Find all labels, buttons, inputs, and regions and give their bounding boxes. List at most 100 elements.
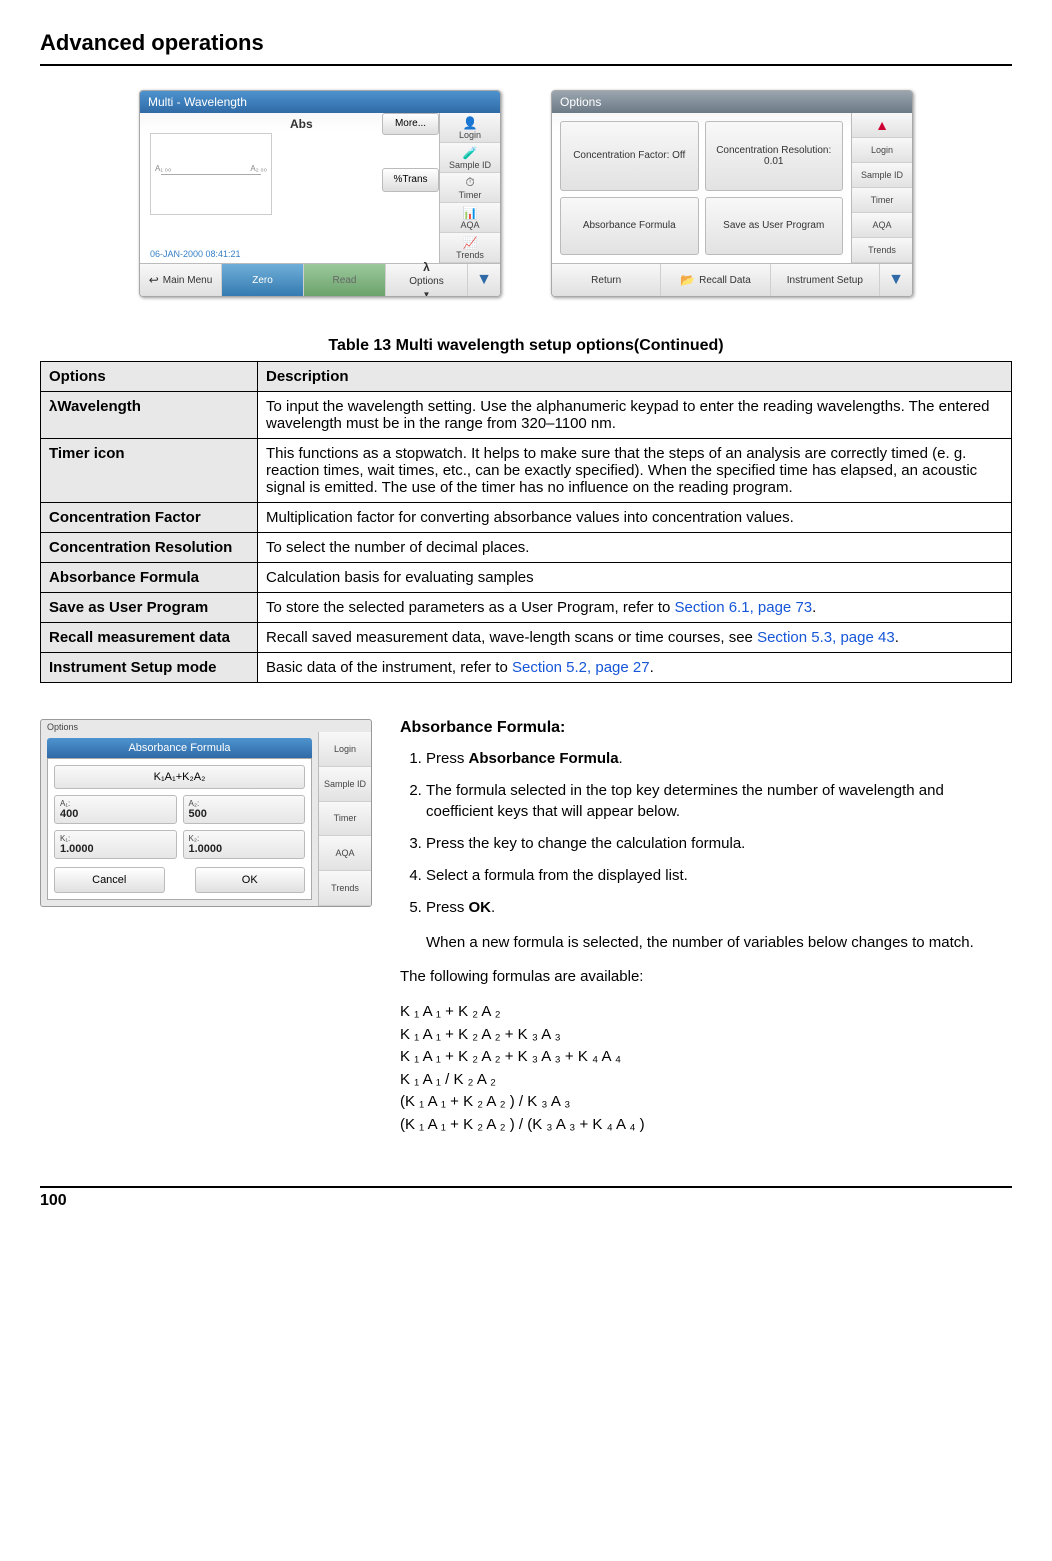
timer-label-2: Timer [871,195,894,205]
timer-button-3[interactable]: Timer [319,802,371,837]
table-row: Timer iconThis functions as a stopwatch.… [41,439,1012,503]
timer-button-2[interactable]: Timer [852,188,912,213]
sample-id-button[interactable]: 🧪Sample ID [440,143,500,173]
window-title-options: Options [552,91,912,113]
trends-label-2: Trends [868,245,896,255]
login-button-3[interactable]: Login [319,732,371,767]
trends-button-3[interactable]: Trends [319,871,371,906]
main-menu-button[interactable]: ↩Main Menu [140,264,222,296]
formula-line: (K ₁ A ₁ + K ₂ A ₂ ) / K ₃ A ₃ [400,1091,1012,1114]
read-button[interactable]: Read [304,264,386,296]
instrument-setup-button[interactable]: Instrument Setup [771,264,880,296]
desc-text: Basic data of the instrument, refer to [266,659,512,676]
opt-desc: To select the number of decimal places. [258,533,1012,563]
step-5: Press OK. [426,898,1012,918]
trends-button[interactable]: 📈Trends [440,233,500,263]
step-text: Press [426,750,469,767]
k2-label: K₂: [189,834,200,843]
a2-button[interactable]: A₂:500 [183,795,306,824]
percent-trans-button[interactable]: %Trans [382,168,439,192]
a1-value: 400 [60,808,171,820]
folder-icon: 📂 [680,273,695,287]
xref-link[interactable]: Section 5.2, page 27 [512,659,650,676]
login-label: Login [459,130,481,140]
login-button-2[interactable]: Login [852,138,912,163]
table-row: Concentration ResolutionTo select the nu… [41,533,1012,563]
sample-label-2: Sample ID [861,170,903,180]
aqa-label-3: AQA [335,848,354,858]
login-label-2: Login [871,145,893,155]
desc-suffix: . [650,659,654,676]
dialog-title: Absorbance Formula [47,738,312,758]
opt-desc: This functions as a stopwatch. It helps … [258,439,1012,503]
recall-label: Recall Data [699,275,751,286]
cancel-button[interactable]: Cancel [54,867,165,893]
step-bold: Absorbance Formula [469,750,619,767]
table-row: Instrument Setup modeBasic data of the i… [41,653,1012,683]
step-1: Press Absorbance Formula. [426,749,1012,769]
sample-icon: 🧪 [463,146,478,160]
login-button[interactable]: 👤Login [440,113,500,143]
timer-icon: ⏱ [465,175,474,190]
concentration-resolution-button[interactable]: Concentration Resolution: 0.01 [705,121,844,191]
sample-id-button-2[interactable]: Sample ID [852,163,912,188]
concentration-factor-button[interactable]: Concentration Factor: Off [560,121,699,191]
a1-button[interactable]: A₁:400 [54,795,177,824]
return-button[interactable]: Return [552,264,661,296]
opt-desc: To store the selected parameters as a Us… [258,593,1012,623]
main-menu-label: Main Menu [163,275,212,286]
aqa-button-3[interactable]: AQA [319,836,371,871]
procedure-steps: Press Absorbance Formula. The formula se… [400,749,1012,919]
sample-id-button-3[interactable]: Sample ID [319,767,371,802]
k1-label: K₁: [60,834,70,843]
opt-name: λWavelength [41,392,258,439]
timer-button[interactable]: ⏱Timer [440,173,500,203]
xref-link[interactable]: Section 6.1, page 73 [675,599,813,616]
page-number: 100 [40,1192,1012,1210]
table-row: Concentration FactorMultiplication facto… [41,503,1012,533]
desc-suffix: . [812,599,816,616]
formula-list: K ₁ A ₁ + K ₂ A ₂ K ₁ A ₁ + K ₂ A ₂ + K … [400,1001,1012,1136]
aqa-label: AQA [460,220,479,230]
window-title: Multi - Wavelength [140,91,500,113]
recall-data-button[interactable]: 📂 Recall Data [661,264,770,296]
dialog-tag: Options [41,720,371,732]
formula-select-button[interactable]: K₁A₁+K₂A₂ [54,765,305,789]
opt-name: Recall measurement data [41,623,258,653]
date-time: 06-JAN-2000 08:41:21 [150,249,241,259]
up-arrow-icon: ▲ [875,117,889,133]
absorbance-formula-button[interactable]: Absorbance Formula [560,197,699,256]
k2-value: 1.0000 [189,843,300,855]
trends-label: Trends [456,250,484,260]
k2-button[interactable]: K₂:1.0000 [183,830,306,859]
up-arrow-button[interactable]: ▲ [852,113,912,138]
step-2: The formula selected in the top key dete… [426,781,1012,822]
aqa-label-2: AQA [872,220,891,230]
opt-name: Absorbance Formula [41,563,258,593]
aqa-button-2[interactable]: AQA [852,213,912,238]
page-down-button[interactable]: ▼ [468,264,500,296]
k1-button[interactable]: K₁:1.0000 [54,830,177,859]
page-down-button-2[interactable]: ▼ [880,264,912,296]
screenshot-multi-wavelength: Multi - Wavelength Abs More... %Trans A₁… [139,90,501,297]
trends-label-3: Trends [331,883,359,893]
login-label-3: Login [334,744,356,754]
aqa-button[interactable]: 📊AQA [440,203,500,233]
lambda-options-button[interactable]: λ Options ▼ [386,264,468,296]
zero-button[interactable]: Zero [222,264,304,296]
ok-button[interactable]: OK [195,867,306,893]
more-button[interactable]: More... [382,113,439,135]
table-row: Save as User ProgramTo store the selecte… [41,593,1012,623]
step-bold: OK [469,899,492,916]
opt-desc: To input the wavelength setting. Use the… [258,392,1012,439]
formula-line: K ₁ A ₁ + K ₂ A ₂ + K ₃ A ₃ + K ₄ A ₄ [400,1046,1012,1069]
save-user-program-button[interactable]: Save as User Program [705,197,844,256]
options-table: Options Description λWavelengthTo input … [40,361,1012,683]
step-text: Press [426,899,469,916]
desc-suffix: . [895,629,899,646]
opt-name: Concentration Factor [41,503,258,533]
timer-label: Timer [459,190,482,200]
xref-link[interactable]: Section 5.3, page 43 [757,629,895,646]
trends-button-2[interactable]: Trends [852,238,912,263]
axis-label-right: A₂ ₀₀ [250,164,267,173]
